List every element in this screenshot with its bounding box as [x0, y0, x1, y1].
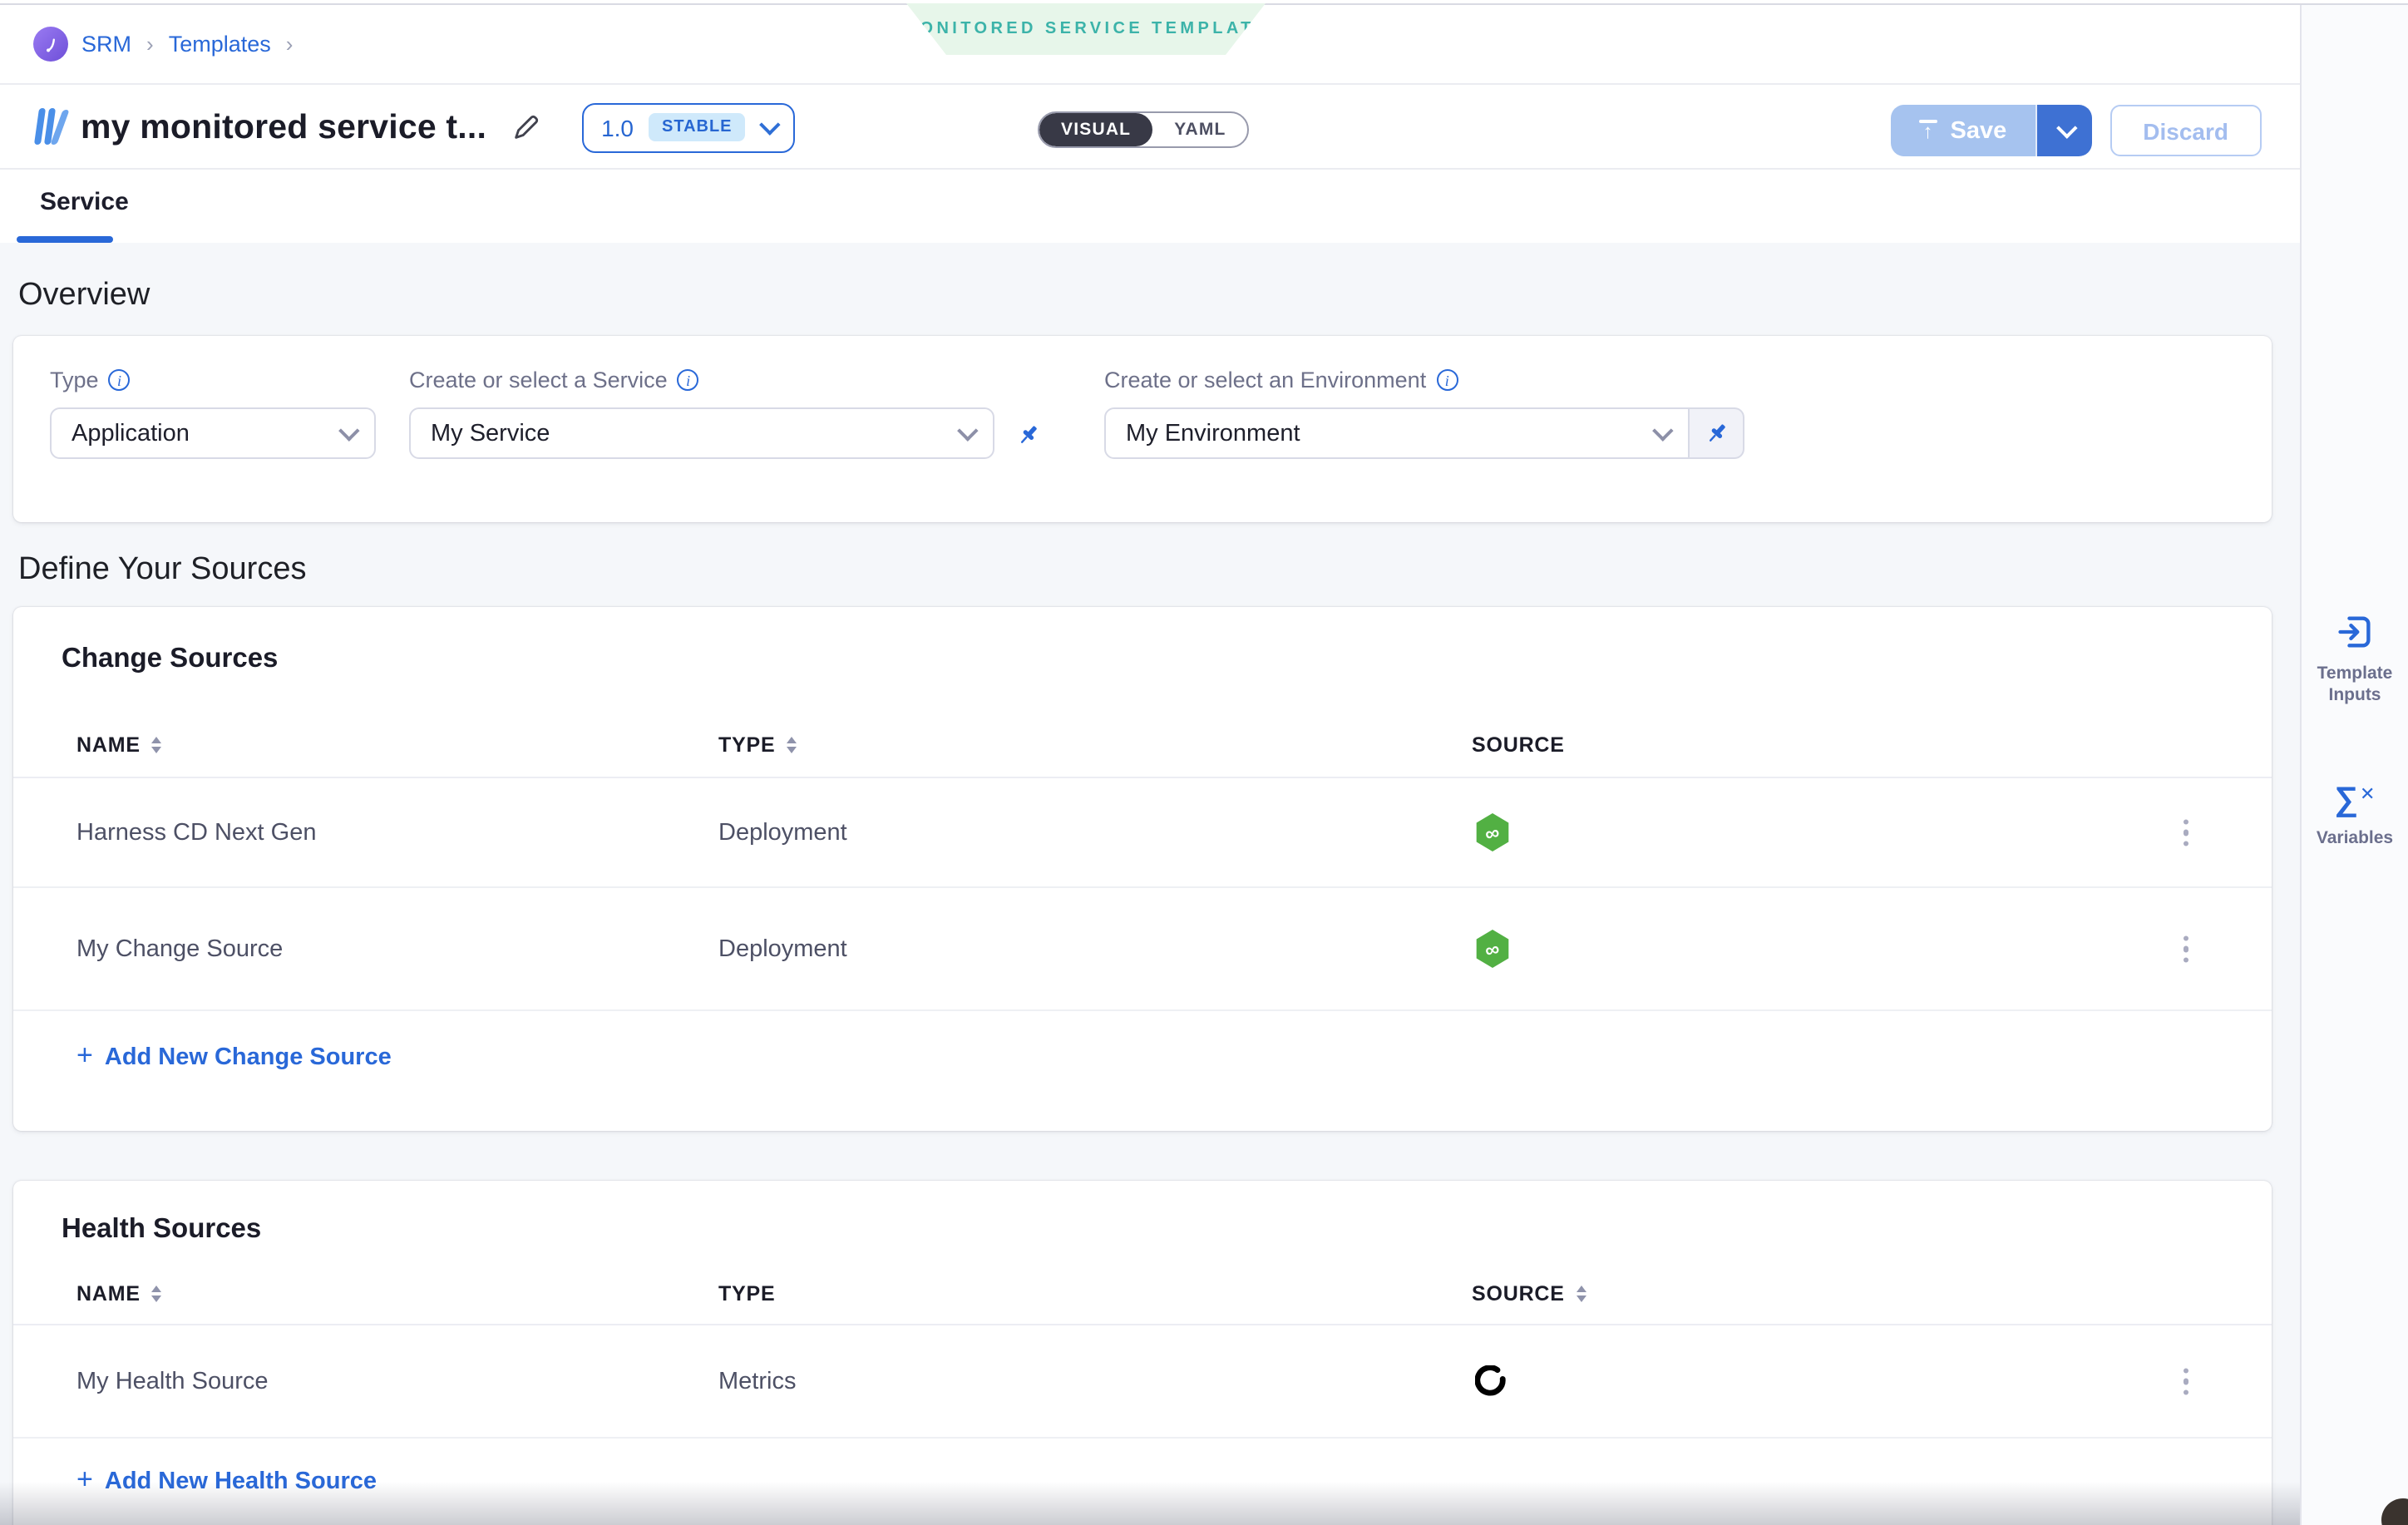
template-library-icon	[37, 108, 62, 146]
change-source-row[interactable]: Harness CD Next Gen Deployment	[13, 778, 2272, 888]
version-number: 1.0	[601, 114, 634, 141]
chevron-down-icon	[760, 114, 781, 135]
tab-service[interactable]: Service	[40, 188, 129, 216]
health-source-row[interactable]: My Health Source Metrics	[13, 1325, 2272, 1439]
info-icon[interactable]: i	[109, 369, 131, 391]
column-source[interactable]: SOURCE	[1472, 1282, 2272, 1305]
row-type: Deployment	[718, 935, 1472, 962]
title-bar: my monitored service t... 1.0 STABLE VIS…	[0, 86, 2300, 170]
page-title: my monitored service t...	[81, 107, 486, 147]
change-sources-header: NAME TYPE SOURCE	[13, 713, 2272, 778]
add-health-source-button[interactable]: Add New Health Source	[76, 1467, 377, 1497]
define-sources-heading: Define Your Sources	[18, 552, 306, 589]
save-button[interactable]: ↑ Save	[1891, 105, 2035, 156]
service-value: My Service	[431, 420, 958, 447]
save-options-button[interactable]	[2035, 105, 2091, 156]
harness-cd-icon	[1475, 930, 1510, 968]
save-label: Save	[1951, 117, 2007, 144]
appdynamics-icon	[1475, 1365, 2272, 1398]
info-icon[interactable]: i	[678, 369, 699, 391]
environment-pin-icon[interactable]	[1690, 407, 1744, 459]
sort-icon[interactable]	[152, 1286, 162, 1303]
variables-sigma-icon: ∑✕	[2335, 783, 2376, 817]
environment-value: My Environment	[1126, 420, 1653, 447]
row-type: Metrics	[718, 1368, 1472, 1394]
environment-label: Create or select an Environmenti	[1104, 368, 1458, 392]
add-change-source-button[interactable]: Add New Change Source	[76, 1043, 392, 1073]
column-type[interactable]: TYPE	[718, 733, 1472, 757]
change-sources-card: Change Sources NAME TYPE SOURCE Ha	[13, 607, 2272, 1131]
header-actions: ↑ Save Discard	[1891, 105, 2262, 156]
version-stable-badge: STABLE	[649, 113, 746, 141]
service-label: Create or select a Servicei	[409, 368, 699, 392]
breadcrumb-separator: ›	[146, 32, 154, 57]
visual-yaml-toggle: VISUAL YAML	[1038, 111, 1250, 148]
monitored-service-template-ribbon: MONITORED SERVICE TEMPLATE	[906, 3, 1266, 55]
template-inputs-icon	[2335, 612, 2375, 652]
type-label: Typei	[50, 368, 131, 392]
column-name[interactable]: NAME	[76, 733, 718, 757]
variables-button[interactable]: ∑✕ Variables	[2302, 783, 2408, 850]
right-rail: Template Inputs ∑✕ Variables	[2300, 5, 2408, 1525]
sort-icon[interactable]	[787, 737, 797, 754]
health-sources-title: Health Sources	[62, 1214, 261, 1246]
breadcrumb-templates[interactable]: Templates	[169, 32, 271, 57]
discard-label: Discard	[2143, 117, 2228, 144]
service-pin-icon[interactable]	[1004, 412, 1051, 456]
edit-name-icon[interactable]	[510, 111, 541, 143]
save-split-button: ↑ Save	[1891, 105, 2092, 156]
health-sources-header: NAME TYPE SOURCE	[13, 1264, 2272, 1325]
row-type: Deployment	[718, 819, 1472, 846]
change-source-row[interactable]: My Change Source Deployment	[13, 888, 2272, 1011]
breadcrumb-separator: ›	[286, 32, 294, 57]
chevron-down-icon	[2055, 117, 2076, 138]
row-menu-icon[interactable]	[2176, 929, 2195, 970]
type-select[interactable]: Application	[50, 407, 376, 459]
upload-icon: ↑	[1919, 120, 1937, 141]
template-inputs-button[interactable]: Template Inputs	[2302, 612, 2408, 708]
row-menu-icon[interactable]	[2176, 812, 2195, 853]
row-menu-icon[interactable]	[2176, 1361, 2195, 1402]
content-area: Overview Typei Application Create or sel…	[0, 243, 2300, 1525]
chevron-down-icon	[338, 420, 359, 441]
chevron-down-icon	[1652, 420, 1673, 441]
column-type: TYPE	[718, 1282, 1472, 1305]
column-source: SOURCE	[1472, 733, 2272, 757]
breadcrumb-srm[interactable]: SRM	[81, 32, 131, 57]
environment-select[interactable]: My Environment	[1104, 407, 1690, 459]
app-window: SRM › Templates › my monitored service t…	[0, 0, 2408, 1525]
service-select[interactable]: My Service	[409, 407, 994, 459]
srm-module-icon[interactable]	[33, 27, 68, 62]
overview-heading: Overview	[18, 278, 150, 314]
template-inputs-label: Template Inputs	[2310, 664, 2400, 708]
variables-label: Variables	[2310, 828, 2400, 850]
toggle-visual[interactable]: VISUAL	[1039, 113, 1152, 146]
row-name: My Change Source	[76, 935, 718, 962]
toggle-yaml[interactable]: YAML	[1152, 113, 1247, 146]
info-icon[interactable]: i	[1436, 369, 1458, 391]
srm-glyph	[39, 32, 62, 56]
discard-button[interactable]: Discard	[2109, 105, 2262, 156]
tab-bar: Service	[0, 171, 2300, 243]
tab-active-indicator	[17, 236, 113, 242]
row-name: Harness CD Next Gen	[76, 819, 718, 846]
harness-cd-icon	[1475, 813, 1510, 851]
main-column: SRM › Templates › my monitored service t…	[0, 0, 2300, 1525]
sort-icon[interactable]	[152, 737, 162, 754]
sort-icon[interactable]	[1577, 1286, 1586, 1303]
change-sources-title: Change Sources	[62, 644, 278, 675]
row-name: My Health Source	[76, 1368, 718, 1394]
overview-card: Typei Application Create or select a Ser…	[13, 336, 2272, 522]
version-selector[interactable]: 1.0 STABLE	[581, 102, 795, 152]
type-value: Application	[72, 420, 339, 447]
chevron-down-icon	[957, 420, 978, 441]
health-sources-card: Health Sources NAME TYPE SOURCE My	[13, 1181, 2272, 1525]
column-name[interactable]: NAME	[76, 1282, 718, 1305]
